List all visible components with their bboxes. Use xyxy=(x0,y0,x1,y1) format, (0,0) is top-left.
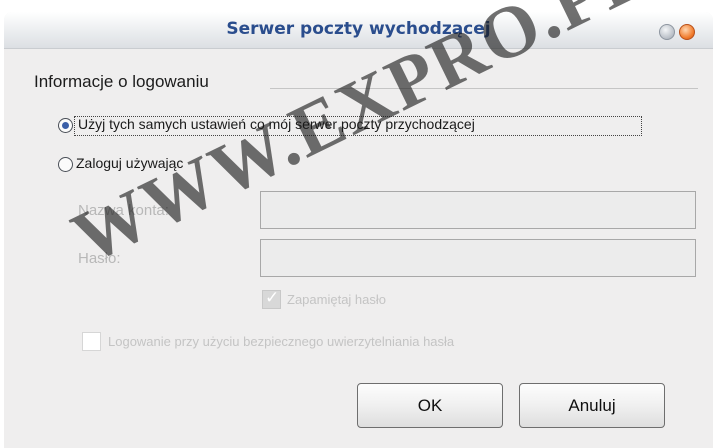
radio-same-settings[interactable] xyxy=(58,118,73,133)
minimize-icon[interactable] xyxy=(659,24,675,40)
title-bar[interactable]: Serwer poczty wychodzącej xyxy=(4,12,713,49)
remember-password-label[interactable]: Zapamiętaj hasło xyxy=(287,292,386,307)
secure-auth-checkbox[interactable] xyxy=(82,332,101,351)
radio-login-using[interactable] xyxy=(58,157,73,172)
account-name-input[interactable] xyxy=(260,191,696,229)
ok-button[interactable]: OK xyxy=(357,383,503,428)
checkmark-icon: ✓ xyxy=(265,288,280,308)
group-label: Informacje o logowaniu xyxy=(34,72,209,91)
secure-auth-label[interactable]: Logowanie przy użyciu bezpiecznego uwier… xyxy=(108,334,454,349)
group-divider xyxy=(270,88,698,89)
remember-password-checkbox[interactable]: ✓ xyxy=(262,288,281,309)
radio-same-settings-label[interactable]: Użyj tych samych ustawień co mój serwer … xyxy=(78,116,475,132)
dialog-title: Serwer poczty wychodzącej xyxy=(226,19,491,39)
password-input[interactable] xyxy=(260,239,696,277)
radio-login-using-label[interactable]: Zaloguj używając xyxy=(76,155,183,171)
account-name-label: Nazwa konta: xyxy=(78,202,169,219)
cancel-button[interactable]: Anuluj xyxy=(519,383,665,428)
close-icon[interactable] xyxy=(679,24,695,40)
password-label: Hasło: xyxy=(78,250,121,267)
dialog-window: Serwer poczty wychodzącej Informacje o l… xyxy=(4,12,713,448)
